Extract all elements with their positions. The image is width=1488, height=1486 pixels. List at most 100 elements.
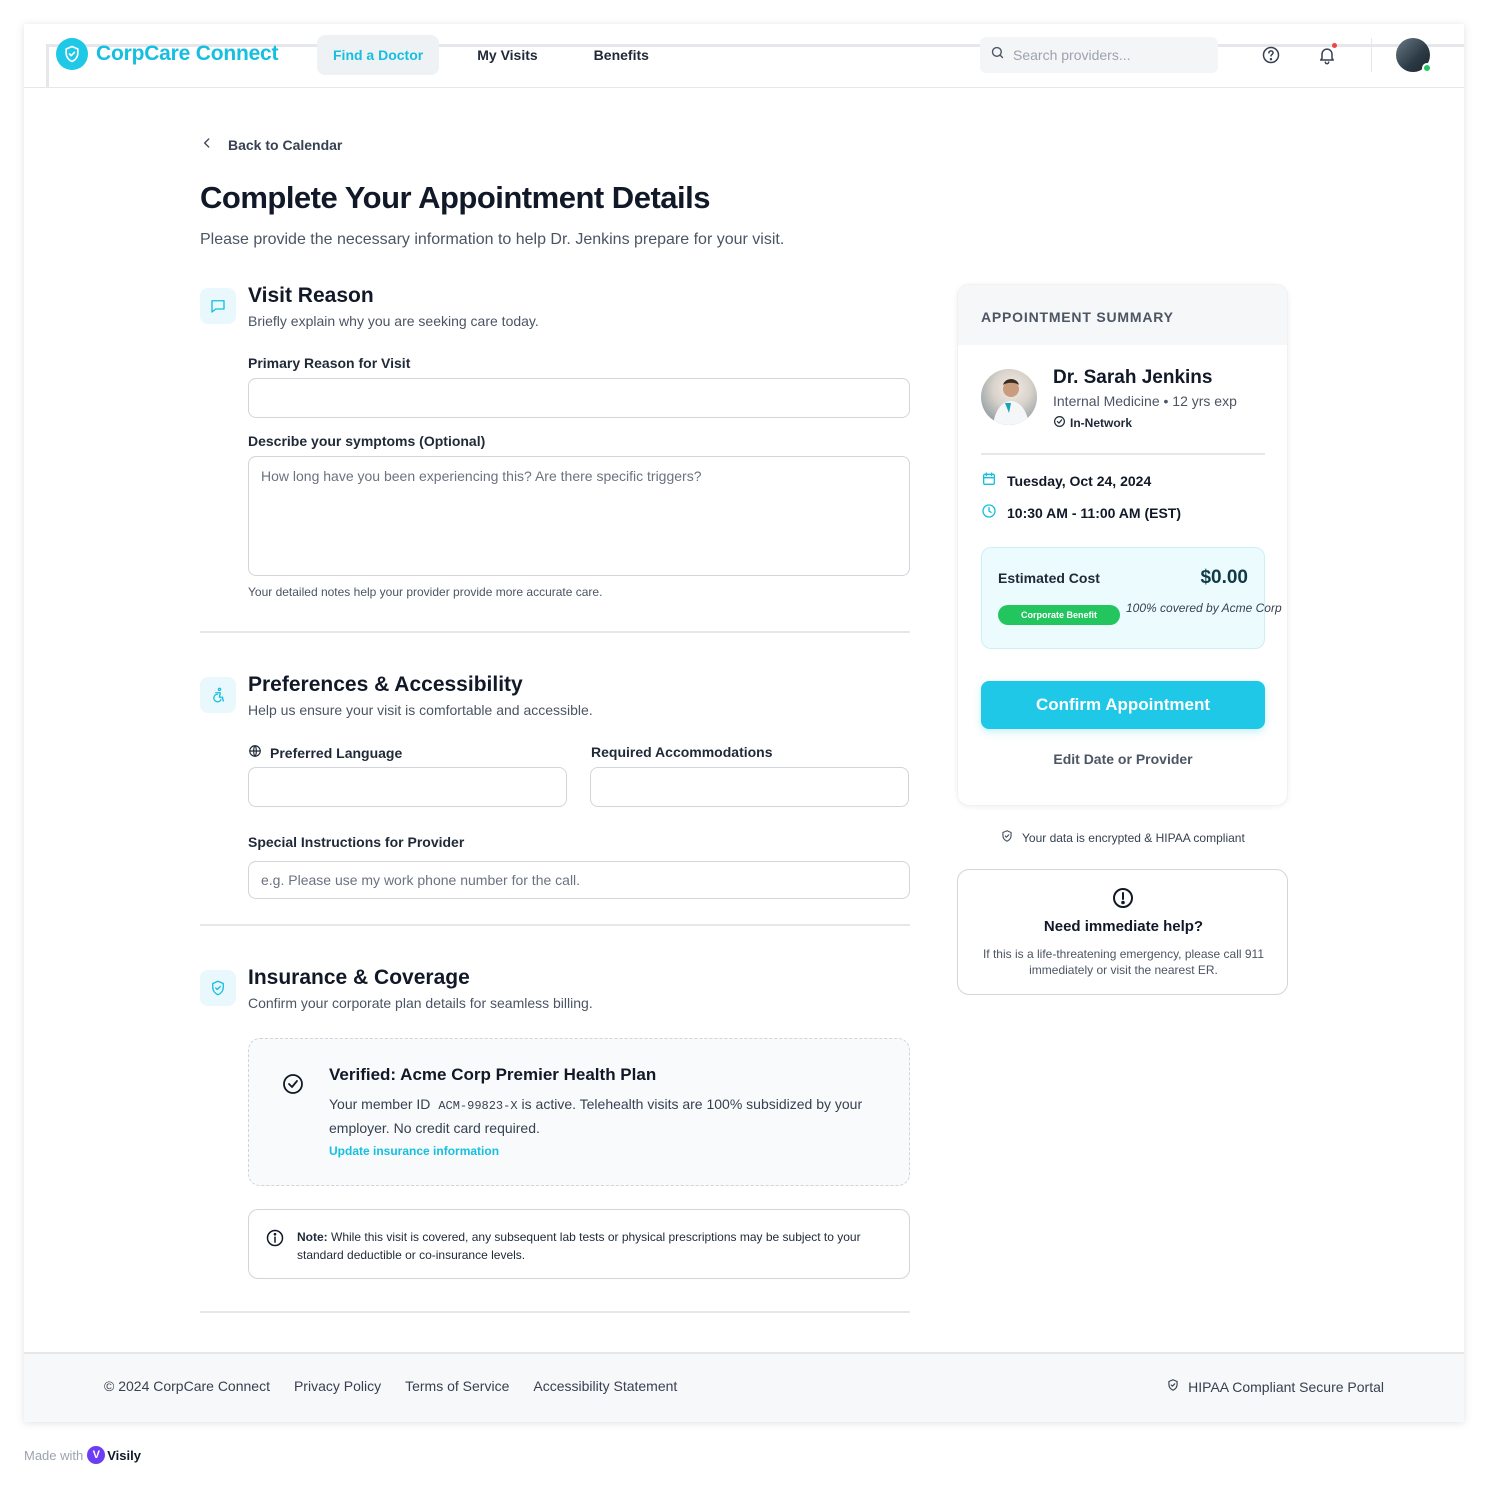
footer-copyright: © 2024 CorpCare Connect xyxy=(104,1378,270,1394)
calendar-icon xyxy=(981,471,997,490)
nav-benefits[interactable]: Benefits xyxy=(578,35,665,75)
verified-plan-title: Verified: Acme Corp Premier Health Plan xyxy=(329,1065,657,1084)
confirm-appointment-button[interactable]: Confirm Appointment xyxy=(981,681,1265,729)
section-divider xyxy=(200,1311,910,1313)
alert-circle-icon xyxy=(1111,886,1135,915)
member-id-prefix: Your member ID xyxy=(329,1096,431,1112)
appointment-date-row: Tuesday, Oct 24, 2024 xyxy=(981,471,1151,490)
security-note: Your data is encrypted & HIPAA compliant xyxy=(1000,829,1245,846)
top-header: CorpCare Connect Find a Doctor My Visits… xyxy=(24,24,1464,88)
insurance-title: Insurance & Coverage xyxy=(248,966,470,989)
cost-label: Estimated Cost xyxy=(998,570,1100,586)
accessibility-icon xyxy=(200,677,236,713)
nav-find-a-doctor[interactable]: Find a Doctor xyxy=(317,35,440,75)
preferences-subtitle: Help us ensure your visit is comfortable… xyxy=(248,702,593,718)
notification-dot xyxy=(1332,43,1337,48)
app-logo[interactable]: CorpCare Connect xyxy=(56,38,279,70)
appointment-summary-card: APPOINTMENT SUMMARY Dr. Sarah Jenkins In… xyxy=(957,284,1288,806)
note-text: Note: While this visit is covered, any s… xyxy=(297,1228,887,1264)
special-instructions-label: Special Instructions for Provider xyxy=(248,834,465,850)
special-instructions-input[interactable] xyxy=(248,861,910,899)
shield-check-icon xyxy=(200,970,236,1006)
coverage-note-text: 100% covered by Acme Corp xyxy=(1126,601,1282,615)
coverage-note: Note: While this visit is covered, any s… xyxy=(248,1209,910,1279)
user-avatar[interactable] xyxy=(1396,38,1432,73)
appointment-time: 10:30 AM - 11:00 AM (EST) xyxy=(1007,504,1182,521)
primary-reason-label: Primary Reason for Visit xyxy=(248,355,411,371)
page-subtitle: Please provide the necessary information… xyxy=(200,231,785,248)
preferences-title: Preferences & Accessibility xyxy=(248,673,523,696)
main-nav: Find a Doctor My Visits Benefits xyxy=(317,35,673,75)
nav-my-visits[interactable]: My Visits xyxy=(461,35,553,75)
search-bar[interactable] xyxy=(980,37,1218,73)
page-title: Complete Your Appointment Details xyxy=(200,180,710,215)
insurance-subtitle: Confirm your corporate plan details for … xyxy=(248,995,593,1011)
member-id: ACM-99823-X xyxy=(438,1099,518,1113)
corporate-benefit-badge: Corporate Benefit xyxy=(998,605,1120,625)
footer-link-accessibility[interactable]: Accessibility Statement xyxy=(533,1378,677,1394)
clock-icon xyxy=(981,503,997,522)
symptoms-hint: Your detailed notes help your provider p… xyxy=(248,585,603,599)
appointment-date: Tuesday, Oct 24, 2024 xyxy=(1007,472,1152,489)
shield-footer-icon xyxy=(1166,1378,1180,1395)
network-status: In-Network xyxy=(1053,415,1132,431)
symptoms-label: Describe your symptoms (Optional) xyxy=(248,433,486,449)
appointment-time-row: 10:30 AM - 11:00 AM (EST) xyxy=(981,503,1181,522)
made-with-label: Made with xyxy=(24,1447,84,1463)
preferred-language-input[interactable] xyxy=(248,767,567,807)
visily-brand: V Visily xyxy=(87,1446,141,1464)
made-with-visily[interactable]: Made with V Visily xyxy=(24,1446,141,1464)
symptoms-textarea[interactable] xyxy=(248,456,910,576)
primary-reason-input[interactable] xyxy=(248,378,910,418)
shield-logo-icon xyxy=(56,38,88,70)
back-to-calendar-link[interactable]: Back to Calendar xyxy=(200,136,342,153)
back-label: Back to Calendar xyxy=(228,136,343,153)
doctor-specialty: Internal Medicine • 12 yrs exp xyxy=(1053,393,1237,409)
footer-link-privacy[interactable]: Privacy Policy xyxy=(294,1378,381,1394)
header-divider xyxy=(1371,38,1372,72)
help-text: If this is a life-threatening emergency,… xyxy=(982,947,1265,977)
summary-divider xyxy=(981,453,1265,455)
page-footer: © 2024 CorpCare Connect Privacy Policy T… xyxy=(24,1352,1464,1422)
chat-icon xyxy=(200,288,236,324)
doctor-photo xyxy=(981,369,1037,425)
help-icon[interactable] xyxy=(1258,42,1284,68)
preferred-language-label: Preferred Language xyxy=(248,744,402,761)
verified-plan-card: Verified: Acme Corp Premier Health Plan … xyxy=(248,1038,910,1186)
summary-header: APPOINTMENT SUMMARY xyxy=(958,285,1287,345)
note-label: Note: xyxy=(297,1230,328,1244)
immediate-help-card: Need immediate help? If this is a life-t… xyxy=(957,869,1288,995)
accommodations-input[interactable] xyxy=(590,767,909,807)
info-icon xyxy=(265,1228,285,1253)
chevron-left-icon xyxy=(200,136,214,153)
header-guide-line-left xyxy=(46,44,49,88)
verified-plan-text: Your member ID ACM-99823-X is active. Tel… xyxy=(329,1093,879,1139)
edit-date-provider-link[interactable]: Edit Date or Provider xyxy=(981,751,1265,767)
section-divider xyxy=(200,924,910,926)
visily-logo-icon: V xyxy=(87,1446,106,1464)
section-divider xyxy=(200,631,910,633)
app-window: CorpCare Connect Find a Doctor My Visits… xyxy=(24,24,1464,1422)
security-text: Your data is encrypted & HIPAA compliant xyxy=(1022,830,1245,845)
estimated-cost-box: Estimated Cost $0.00 Corporate Benefit 1… xyxy=(981,547,1282,649)
note-body: While this visit is covered, any subsequ… xyxy=(297,1230,861,1262)
globe-icon xyxy=(248,744,262,761)
cost-value: $0.00 xyxy=(1200,567,1248,588)
shield-small-icon xyxy=(1000,829,1014,846)
visit-reason-subtitle: Briefly explain why you are seeking care… xyxy=(248,313,539,329)
summary-heading: APPOINTMENT SUMMARY xyxy=(981,309,1174,325)
accommodations-label: Required Accommodations xyxy=(591,744,773,760)
search-icon xyxy=(990,45,1005,65)
visily-name: Visily xyxy=(107,1447,141,1463)
network-label: In-Network xyxy=(1070,416,1133,430)
footer-compliance-text: HIPAA Compliant Secure Portal xyxy=(1188,1378,1384,1395)
bell-icon[interactable] xyxy=(1314,42,1340,68)
online-status-dot xyxy=(1422,63,1432,73)
search-input[interactable] xyxy=(1013,47,1203,63)
doctor-name: Dr. Sarah Jenkins xyxy=(1053,367,1213,388)
update-insurance-link[interactable]: Update insurance information xyxy=(329,1144,499,1158)
footer-link-terms[interactable]: Terms of Service xyxy=(405,1378,509,1394)
footer-compliance: HIPAA Compliant Secure Portal xyxy=(1166,1378,1384,1395)
visit-reason-title: Visit Reason xyxy=(248,284,374,307)
check-circle-small-icon xyxy=(1053,415,1066,431)
